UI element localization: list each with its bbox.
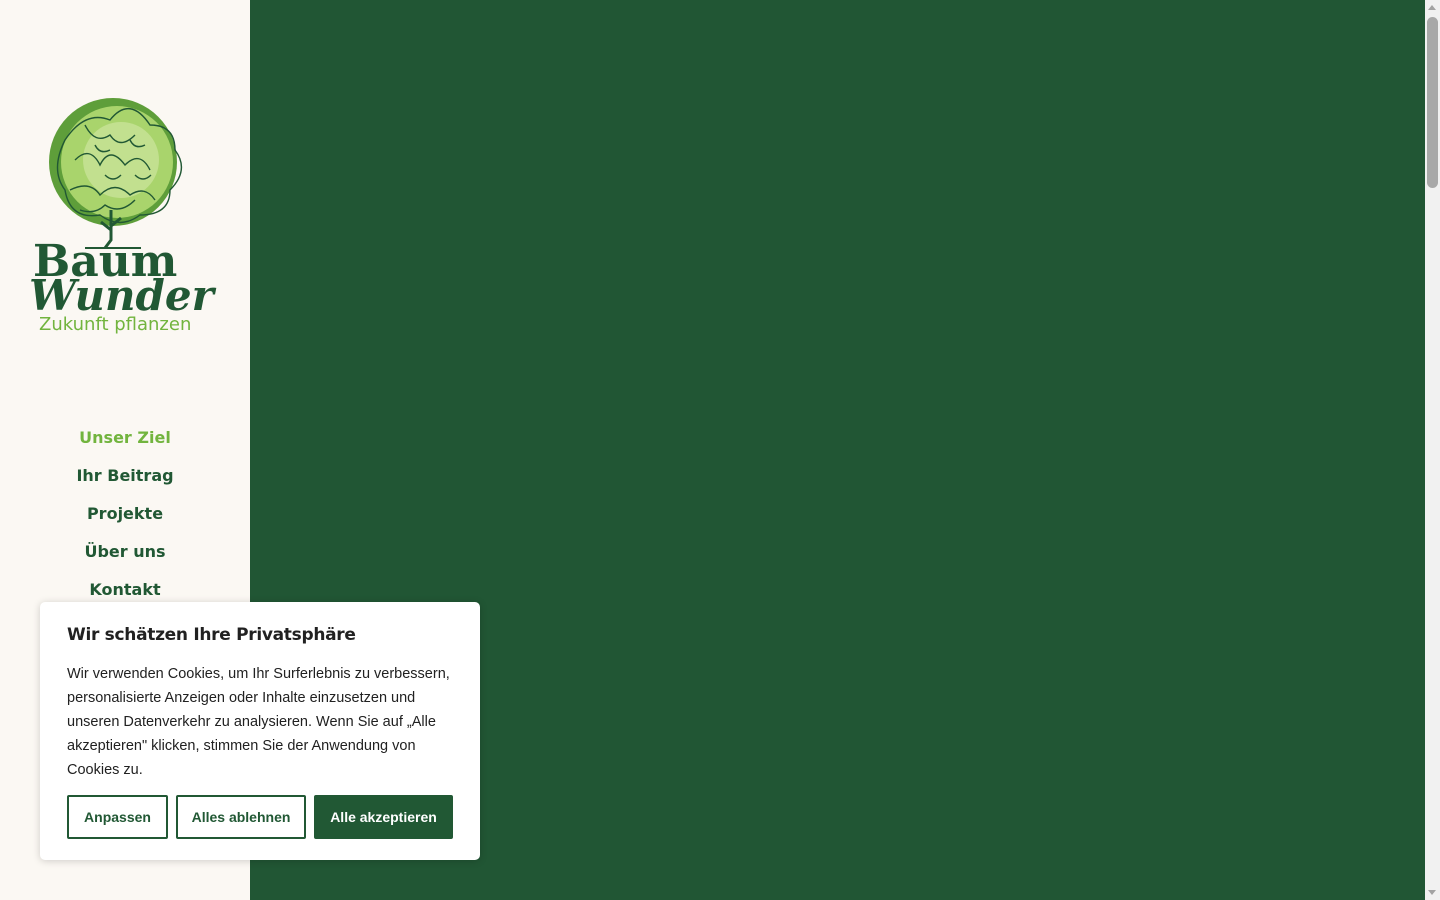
main-nav: Unser Ziel Ihr Beitrag Projekte Über uns… — [0, 420, 250, 610]
baumwunder-logo[interactable]: Baum Wunder Zukunft pflanzen — [25, 80, 225, 350]
accept-all-button[interactable]: Alle akzeptieren — [314, 795, 453, 839]
nav-item-projekte[interactable]: Projekte — [0, 496, 250, 534]
customize-button[interactable]: Anpassen — [67, 795, 168, 839]
svg-text:Wunder: Wunder — [29, 271, 217, 320]
scroll-up-icon[interactable] — [1428, 5, 1436, 10]
cookie-banner-title: Wir schätzen Ihre Privatsphäre — [67, 625, 356, 645]
cookie-consent-banner: Wir schätzen Ihre Privatsphäre Wir verwe… — [40, 602, 480, 860]
nav-item-unser-ziel[interactable]: Unser Ziel — [0, 420, 250, 458]
svg-text:Zukunft pflanzen: Zukunft pflanzen — [39, 314, 191, 335]
cookie-banner-text: Wir verwenden Cookies, um Ihr Surferlebn… — [67, 666, 450, 778]
reject-all-button[interactable]: Alles ablehnen — [176, 795, 306, 839]
scrollbar-thumb[interactable] — [1427, 17, 1438, 188]
scroll-down-icon[interactable] — [1428, 890, 1436, 895]
nav-item-ueber-uns[interactable]: Über uns — [0, 534, 250, 572]
nav-item-ihr-beitrag[interactable]: Ihr Beitrag — [0, 458, 250, 496]
page-scrollbar[interactable] — [1425, 0, 1440, 900]
tree-logo-icon: Baum Wunder Zukunft pflanzen — [29, 98, 217, 335]
cookie-button-group: Anpassen Alles ablehnen Alle akzeptieren — [67, 795, 453, 839]
